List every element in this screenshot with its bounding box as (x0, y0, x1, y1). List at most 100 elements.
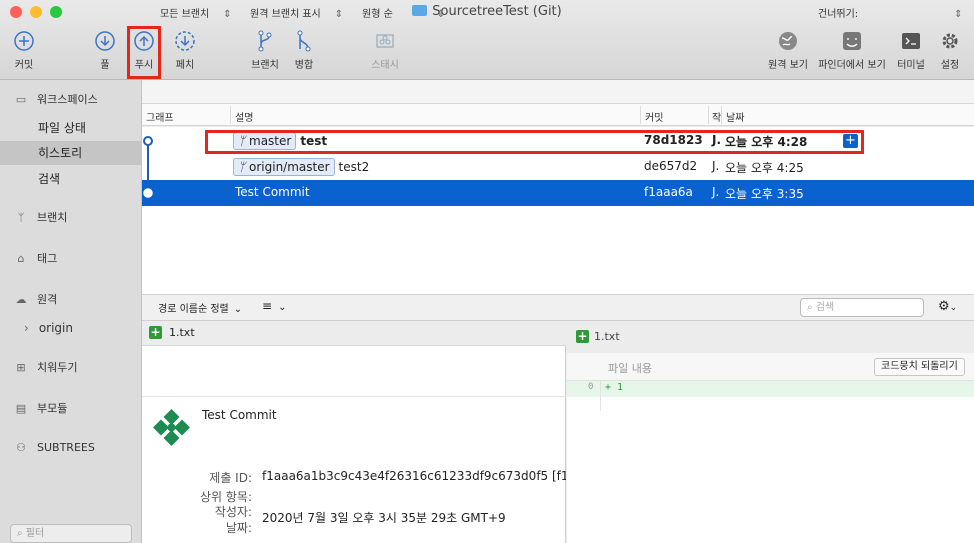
stash-icon: ⊞ (16, 361, 26, 374)
sidebar-item-file-status[interactable]: 파일 상태 (0, 116, 141, 140)
column-description[interactable]: 설명 (235, 109, 253, 124)
folder-icon: ▤ (15, 402, 27, 415)
column-divider[interactable] (721, 106, 722, 124)
commit-button[interactable]: 커밋 (0, 30, 54, 71)
commit-author: J. (712, 185, 720, 199)
sidebar-item-history[interactable]: 히스토리 (0, 141, 141, 165)
chevron-down-icon: ⌄ (233, 304, 243, 315)
file-added-icon: + (576, 329, 589, 343)
sidebar-section-remotes[interactable]: ☁ 원격 (12, 291, 58, 307)
file-added-icon: + (149, 325, 162, 339)
column-commit[interactable]: 커밋 (645, 109, 663, 124)
branch-badge[interactable]: ᛘ origin/master (233, 158, 335, 176)
author-label: 작성자: (214, 505, 252, 519)
all-branches-select[interactable]: 모든 브랜치 ⇕ (160, 5, 232, 20)
gear-icon: ⚙ (938, 299, 950, 314)
commit-graph (143, 136, 153, 198)
terminal-icon (902, 33, 920, 49)
column-graph[interactable]: 그래프 (146, 109, 174, 124)
cloud-icon: ☁ (15, 293, 27, 306)
sidebar-section-workspace[interactable]: ▭ 워크스페이스 (12, 91, 98, 107)
branch-icon (258, 30, 272, 52)
file-search-input[interactable]: ⌕ 검색 (800, 298, 924, 317)
updown-icon: ⇕ (223, 9, 232, 20)
commit-date: 오늘 오후 4:25 (725, 161, 804, 175)
column-divider[interactable] (640, 106, 641, 124)
fetch-icon (175, 31, 195, 51)
commit-list-header (142, 104, 974, 126)
sidebar-item-origin[interactable]: › origin (24, 321, 73, 335)
chevron-down-icon: ⌄ (278, 302, 287, 313)
commit-hash: de657d2 (644, 159, 698, 173)
diff-file-title: +1.txt (576, 329, 620, 343)
stash-icon (376, 34, 394, 48)
diff-line-number: 0 (588, 382, 594, 392)
revert-hunk-button[interactable]: 코드뭉치 되돌리기 (874, 358, 965, 376)
commit-message: ᛘ origin/master test2 (233, 158, 369, 176)
commit-title: Test Commit (202, 408, 277, 422)
file-row[interactable]: +1.txt (149, 326, 195, 339)
search-icon: ⌕ (807, 302, 816, 313)
pull-icon (95, 31, 115, 51)
list-icon: ≡ (262, 299, 273, 313)
globe-icon (779, 32, 797, 50)
actions-gear-menu[interactable]: ⚙⌄ (938, 299, 957, 314)
sidebar-item-search[interactable]: 검색 (0, 167, 141, 191)
history-filter-bar (142, 80, 974, 104)
branch-icon: ᛘ (17, 211, 25, 224)
file-list (142, 321, 566, 346)
updown-icon: ⇕ (334, 9, 344, 20)
updown-icon: ⇕ (954, 9, 963, 20)
finder-icon (843, 32, 861, 50)
show-in-finder-button[interactable]: 파인더에서 보기 (812, 30, 892, 71)
hunk-title: 파일 내용 (608, 362, 652, 375)
column-divider[interactable] (230, 106, 231, 124)
settings-button[interactable]: 설정 (920, 30, 974, 71)
chevron-right-icon: › (24, 321, 29, 335)
jump-to-select[interactable]: 건너뛰기: ⇕ (818, 5, 963, 20)
sidebar-section-tags[interactable]: ⌂ 태그 (12, 250, 58, 266)
updown-icon: ⇕ (436, 9, 446, 20)
order-select[interactable]: 원형 순 ⇕ (362, 5, 445, 20)
gear-icon (942, 33, 958, 49)
divider (142, 396, 566, 397)
date-label: 날짜: (225, 521, 252, 535)
computer-icon: ▭ (15, 93, 27, 106)
stash-button[interactable]: 스태시 (355, 30, 415, 71)
commit-message: Test Commit (235, 185, 310, 199)
merge-icon (297, 30, 311, 52)
column-date[interactable]: 날짜 (726, 109, 744, 124)
merge-button[interactable]: 병합 (274, 30, 334, 71)
tag-icon: ⌂ (17, 252, 25, 265)
commit-date-value: 2020년 7월 3일 오후 3시 35분 29초 GMT+9 (262, 511, 506, 525)
diff-line (567, 381, 974, 397)
sidebar-section-subtrees[interactable]: ⚇ SUBTREES (12, 441, 95, 454)
sidebar-section-submodules[interactable]: ▤ 부모듈 (12, 400, 68, 416)
diff-header (567, 321, 974, 353)
sidebar-section-branches[interactable]: ᛘ 브랜치 (12, 209, 68, 225)
commit-id-value[interactable]: f1aaa6a1b3c9c43e4f26316c61233df9c673d0f5… (262, 469, 566, 483)
avatar (151, 407, 192, 448)
search-icon: ⌕ (17, 528, 26, 539)
diff-gutter (567, 381, 601, 411)
commit-hash: f1aaa6a (644, 185, 693, 199)
commit-author: J. (712, 159, 720, 173)
column-author[interactable]: 작 (712, 109, 721, 124)
fetch-button[interactable]: 페치 (155, 30, 215, 71)
column-divider[interactable] (708, 106, 709, 124)
commit-date: 오늘 오후 3:35 (725, 187, 804, 201)
chevron-down-icon: ⌄ (949, 303, 958, 313)
remote-view-button[interactable]: 원격 보기 (758, 30, 818, 71)
commit-icon (14, 31, 34, 51)
sort-select[interactable]: 경로 이름순 정렬 ⌄ (158, 300, 242, 315)
sidebar-filter-input[interactable]: ⌕ 필터 (10, 524, 132, 543)
push-highlight (127, 26, 161, 79)
subtree-icon: ⚇ (16, 441, 26, 454)
sidebar-section-stashes[interactable]: ⊞ 치워두기 (12, 359, 77, 375)
branch-icon: ᛘ (238, 160, 250, 174)
diff-line-text: + 1 (605, 382, 624, 393)
row-highlight (205, 130, 864, 154)
commit-id-label: 제출 ID: (209, 471, 252, 485)
view-mode-select[interactable]: ≡ ⌄ (262, 299, 286, 313)
show-remote-select[interactable]: 원격 브랜치 표시 ⇕ (250, 5, 343, 20)
